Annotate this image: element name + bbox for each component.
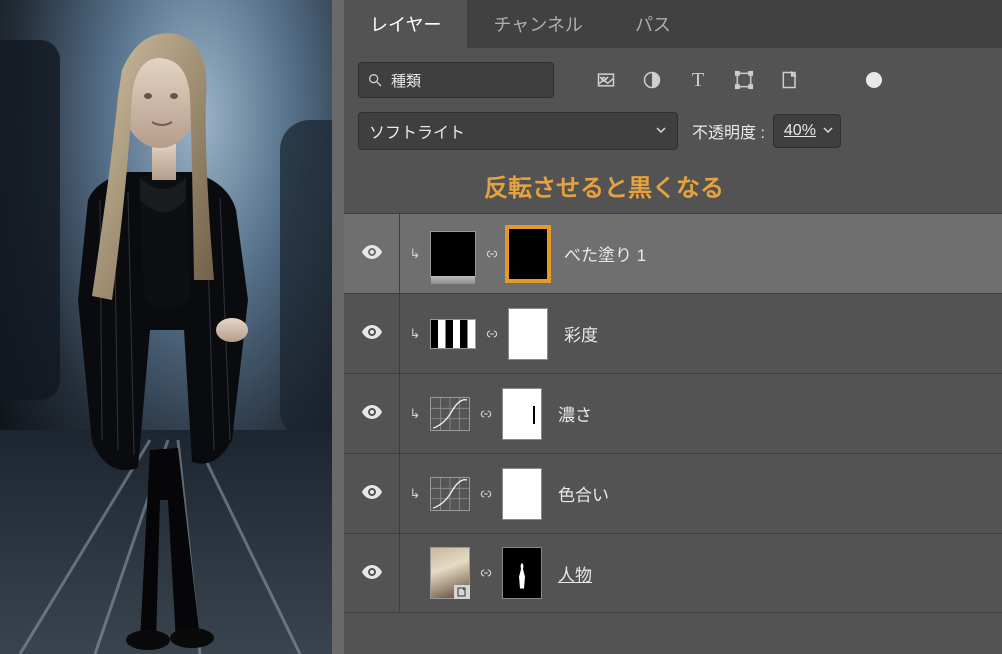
filter-toggle-switch[interactable] [866,72,882,88]
layer-name[interactable]: 人物 [558,561,592,586]
visibility-toggle[interactable] [360,320,384,347]
layer-list: ↳ べた塗り 1 ↳ 彩度 ↳ [344,213,1002,613]
filter-adjustment-icon[interactable] [638,66,666,94]
layer-mask-thumbnail[interactable] [508,308,548,360]
clip-indicator: ↳ [400,486,430,502]
annotation-text: 反転させると黒くなる [344,158,1002,213]
mask-link-icon[interactable] [476,487,496,501]
filter-smartobject-icon[interactable] [776,66,804,94]
layer-mask-thumbnail[interactable] [508,228,548,280]
blend-mode-value: ソフトライト [369,119,465,143]
panel-tabs: レイヤー チャンネル パス [344,0,1002,48]
chevron-down-icon [822,124,834,139]
filter-shape-icon[interactable] [730,66,758,94]
visibility-toggle[interactable] [360,480,384,507]
layer-name[interactable]: 濃さ [558,401,592,426]
tab-layers[interactable]: レイヤー [344,0,467,48]
clip-indicator: ↳ [400,326,430,342]
layer-thumbnail[interactable] [430,231,476,277]
opacity-value: 40% [784,122,816,140]
tab-paths[interactable]: パス [609,0,697,48]
document-preview[interactable] [0,0,332,654]
clip-indicator: ↳ [400,246,430,262]
filter-pixel-icon[interactable] [592,66,620,94]
layer-thumbnail[interactable] [430,477,470,511]
layer-name[interactable]: 彩度 [564,321,598,346]
layers-panel: レイヤー チャンネル パス T [344,0,1002,654]
visibility-toggle[interactable] [360,400,384,427]
chevron-down-icon [655,124,667,139]
visibility-toggle[interactable] [360,560,384,587]
layer-filter-select[interactable] [358,62,554,98]
search-icon [367,66,383,94]
smart-object-badge [454,585,470,599]
blend-opacity-row: ソフトライト 不透明度 : 40% [344,108,1002,158]
panel-divider [332,0,344,654]
mask-link-icon[interactable] [476,566,496,580]
layer-filter-input[interactable] [389,71,592,90]
layer-filter-bar: T [344,48,1002,108]
opacity-label: 不透明度 : [692,119,765,143]
layer-row[interactable]: ↳ 濃さ [344,373,1002,453]
filter-type-icon[interactable]: T [684,66,712,94]
layer-thumbnail[interactable] [430,547,470,599]
layer-row[interactable]: ↳ べた塗り 1 [344,213,1002,293]
visibility-toggle[interactable] [360,240,384,267]
opacity-field[interactable]: 40% [773,114,841,148]
blend-mode-select[interactable]: ソフトライト [358,112,678,150]
mask-link-icon[interactable] [482,247,502,261]
layer-mask-thumbnail[interactable] [502,468,542,520]
layer-row[interactable]: ↳ 彩度 [344,293,1002,373]
mask-link-icon[interactable] [476,407,496,421]
layer-name[interactable]: 色合い [558,481,609,506]
layer-name[interactable]: べた塗り 1 [564,241,646,266]
layer-mask-thumbnail[interactable] [502,547,542,599]
mask-link-icon[interactable] [482,327,502,341]
layer-mask-thumbnail[interactable] [502,388,542,440]
layer-row[interactable]: 人物 [344,533,1002,613]
clip-indicator: ↳ [400,406,430,422]
layer-thumbnail[interactable] [430,397,470,431]
tab-channels[interactable]: チャンネル [467,0,608,48]
layer-row[interactable]: ↳ 色合い [344,453,1002,533]
layer-thumbnail[interactable] [430,319,476,349]
